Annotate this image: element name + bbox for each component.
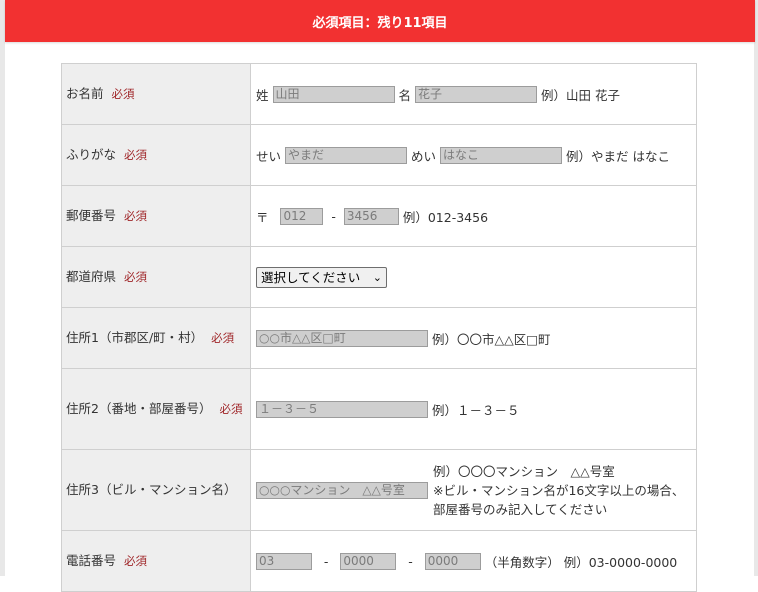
- postal-separator: -: [331, 208, 336, 224]
- postal-example: 例）012-3456: [402, 209, 489, 225]
- phone-part3-input[interactable]: 0000: [424, 552, 481, 570]
- kana-label: ふりがな: [66, 147, 117, 162]
- prefecture-select[interactable]: 選択してください ⌄: [256, 266, 387, 288]
- phone-row: 電話番号 必須 03 - 0000 - 0000 （半角数字） 例）03-0000…: [61, 530, 697, 592]
- kana-label-cell: ふりがな 必須: [61, 124, 251, 186]
- address2-example: 例）１－３－５: [431, 402, 520, 418]
- phone-part1-input[interactable]: 03: [256, 552, 312, 570]
- postal-field-cell: 〒 012 - 3456 例）012-3456: [250, 185, 697, 247]
- address2-input[interactable]: １－３－５: [256, 400, 428, 418]
- address1-field-cell: ○○市△△区□町 例）〇〇市△△区□町: [250, 307, 697, 369]
- address2-field-cell: １－３－５ 例）１－３－５: [250, 368, 697, 450]
- last-name-input[interactable]: 山田: [272, 85, 395, 103]
- kana-field-cell: せい やまだ めい はなこ 例）やまだ はなこ: [250, 124, 697, 186]
- first-name-caption: 名: [398, 87, 411, 103]
- address1-row: 住所1（市郡区/町・村） 必須 ○○市△△区□町 例）〇〇市△△区□町: [61, 307, 697, 369]
- first-name-input[interactable]: 花子: [414, 85, 537, 103]
- address3-input[interactable]: ○○○マンション △△号室: [256, 481, 428, 499]
- last-name-caption: 姓: [256, 87, 269, 103]
- phone-separator: -: [408, 553, 413, 569]
- prefecture-label: 都道府県: [66, 269, 117, 284]
- required-badge: 必須: [211, 331, 235, 345]
- postal-label: 郵便番号: [66, 208, 117, 223]
- first-kana-input[interactable]: はなこ: [439, 146, 562, 164]
- required-badge: 必須: [124, 554, 148, 568]
- phone-part2-input[interactable]: 0000: [340, 552, 397, 570]
- first-kana-caption: めい: [410, 148, 436, 164]
- prefecture-field-cell: 選択してください ⌄: [250, 246, 697, 308]
- postal-mark: 〒: [256, 209, 269, 225]
- entry-form-table: お名前 必須 姓 山田 名 花子 例）山田 花子 ふりがな 必須 せい やまだ めい…: [61, 63, 697, 592]
- address3-note: ※ビル・マンション名が16文字以上の場合、部屋番号のみ記入してください: [433, 482, 685, 517]
- name-example: 例）山田 花子: [540, 87, 620, 103]
- address2-label-cell: 住所2（番地・部屋番号） 必須: [61, 368, 251, 450]
- banner-text: 必須項目：残り11項目: [312, 15, 448, 31]
- phone-separator: -: [323, 553, 329, 569]
- postal-second-input[interactable]: 3456: [343, 207, 399, 225]
- page-edge-left: [0, 0, 5, 576]
- address3-example: 例）〇〇〇マンション △△号室: [433, 463, 615, 479]
- required-badge: 必須: [124, 209, 148, 223]
- kana-row: ふりがな 必須 せい やまだ めい はなこ 例）やまだ はなこ: [61, 124, 697, 186]
- phone-field-cell: 03 - 0000 - 0000 （半角数字） 例）03-0000-0000: [250, 530, 697, 592]
- phone-label: 電話番号: [66, 553, 117, 568]
- name-row: お名前 必須 姓 山田 名 花子 例）山田 花子: [61, 63, 697, 125]
- address3-field-cell: ○○○マンション △△号室 例）〇〇〇マンション △△号室 ※ビル・マンション名…: [250, 449, 697, 531]
- address3-label: 住所3（ビル・マンション名）: [66, 482, 237, 497]
- required-badge: 必須: [219, 402, 243, 416]
- phone-label-cell: 電話番号 必須: [61, 530, 251, 592]
- address1-example: 例）〇〇市△△区□町: [431, 331, 551, 347]
- postal-row: 郵便番号 必須 〒 012 - 3456 例）012-3456: [61, 185, 697, 247]
- last-kana-input[interactable]: やまだ: [285, 146, 407, 164]
- page-edge-right: [754, 0, 758, 576]
- address1-label-cell: 住所1（市郡区/町・村） 必須: [61, 307, 251, 369]
- postal-label-cell: 郵便番号 必須: [61, 185, 251, 247]
- prefecture-label-cell: 都道府県 必須: [61, 246, 251, 308]
- prefecture-row: 都道府県 必須 選択してください ⌄: [61, 246, 697, 308]
- address3-label-cell: 住所3（ビル・マンション名）: [61, 449, 251, 531]
- kana-example: 例）やまだ はなこ: [565, 148, 670, 164]
- address1-label: 住所1（市郡区/町・村）: [66, 330, 204, 345]
- name-field-cell: 姓 山田 名 花子 例）山田 花子: [250, 63, 697, 125]
- required-items-banner: 必須項目：残り11項目: [5, 0, 755, 42]
- phone-hint: （半角数字）: [484, 554, 560, 570]
- required-badge: 必須: [111, 87, 135, 101]
- prefecture-select-value: 選択してください: [261, 269, 361, 285]
- name-label-cell: お名前 必須: [61, 63, 251, 125]
- name-label: お名前: [66, 86, 104, 101]
- phone-example: 例）03-0000-0000: [563, 554, 678, 570]
- address2-label: 住所2（番地・部屋番号）: [66, 401, 212, 416]
- last-kana-caption: せい: [256, 148, 282, 164]
- required-badge: 必須: [124, 270, 148, 284]
- required-badge: 必須: [124, 148, 148, 162]
- chevron-down-icon: ⌄: [372, 270, 382, 284]
- address3-row: 住所3（ビル・マンション名） ○○○マンション △△号室 例）〇〇〇マンション …: [61, 449, 697, 531]
- address2-row: 住所2（番地・部屋番号） 必須 １－３－５ 例）１－３－５: [61, 368, 697, 450]
- postal-first-input[interactable]: 012: [280, 207, 324, 225]
- address1-input[interactable]: ○○市△△区□町: [256, 329, 428, 347]
